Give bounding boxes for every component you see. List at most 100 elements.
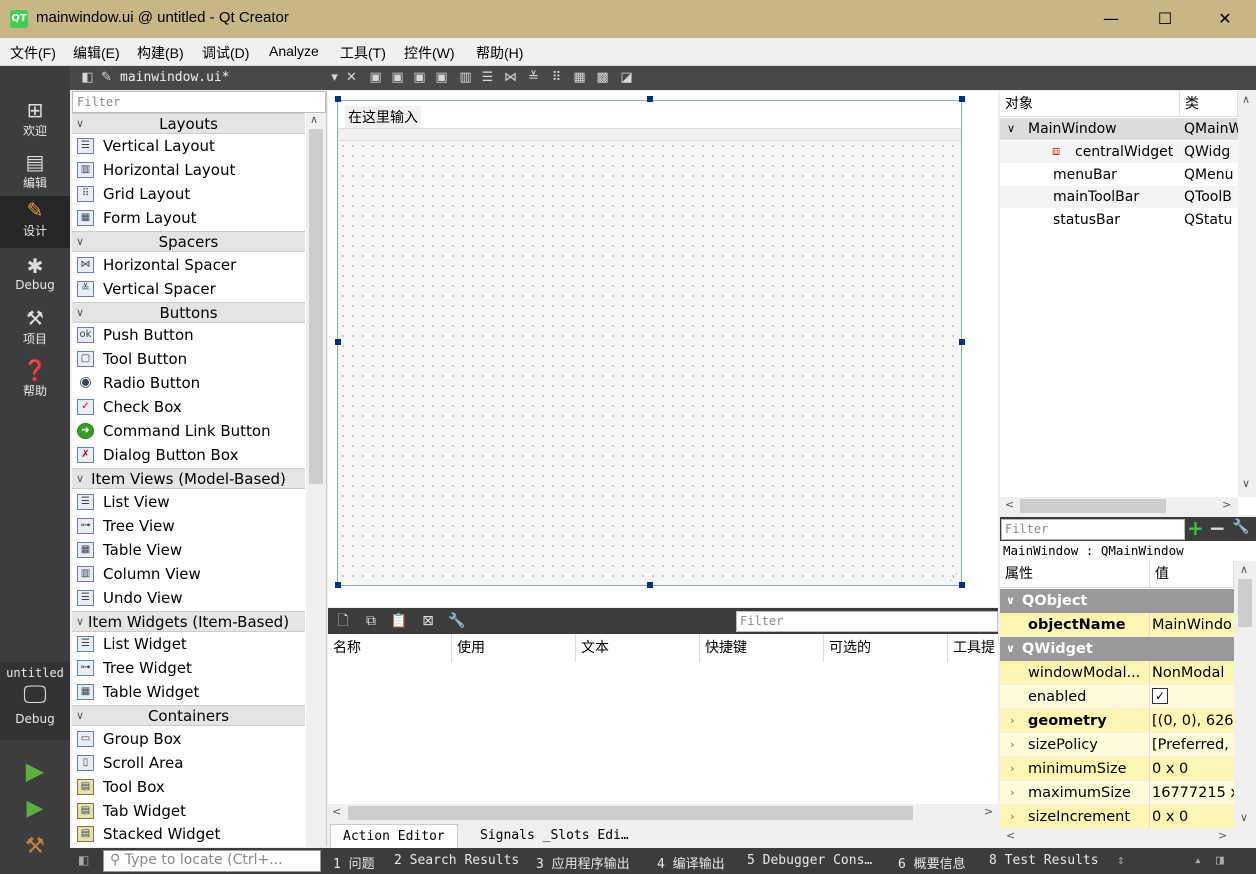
widget-filter-input[interactable]: Filter	[72, 91, 326, 113]
build-button[interactable]: ⚒	[0, 832, 70, 862]
chevron-right-icon[interactable]: ›	[1010, 709, 1014, 732]
property-value[interactable]: NonModal	[1152, 661, 1234, 684]
property-windowmodality[interactable]: windowModal... NonModal	[1000, 661, 1234, 685]
tree-row-centralwidget[interactable]: ⧈ centralWidget QWidg	[1000, 141, 1238, 163]
widget-stacked-widget[interactable]: ▤ Stacked Widget	[72, 822, 305, 846]
scroll-left-icon[interactable]: <	[332, 805, 341, 818]
widget-table-widget[interactable]: ▦ Table Widget	[72, 680, 305, 704]
widget-list-widget[interactable]: ☰ List Widget	[72, 632, 305, 656]
mode-edit[interactable]: ▤ 编辑	[0, 148, 70, 200]
selection-handle[interactable]	[335, 339, 341, 345]
widget-tool-button[interactable]: ▢ Tool Button	[72, 347, 305, 371]
tab-signals-slots-editor[interactable]: Signals _Slots Edi…	[468, 824, 641, 848]
menu-file[interactable]: 文件(F)	[10, 43, 56, 63]
property-objectname[interactable]: objectName MainWindo	[1000, 613, 1234, 637]
pane-search-results[interactable]: 2 Search Results	[394, 853, 519, 868]
tree-row-maintoolbar[interactable]: mainToolBar QToolB	[1000, 186, 1238, 208]
action-table-hscroll[interactable]: < >	[328, 804, 998, 822]
widget-table-view[interactable]: ▦ Table View	[72, 538, 305, 562]
column-header-name[interactable]: 名称	[328, 634, 452, 662]
widget-grid-layout[interactable]: ⠿ Grid Layout	[72, 182, 305, 206]
form-toolbar[interactable]	[338, 129, 961, 141]
form-menu-bar[interactable]: 在这里输入	[338, 101, 961, 129]
column-header-property[interactable]: 属性	[1000, 561, 1150, 588]
chevron-right-icon[interactable]: ›	[1010, 781, 1014, 804]
selection-handle[interactable]	[647, 96, 653, 102]
delete-action-icon[interactable]: ⊠	[419, 612, 437, 630]
widget-box-scrollbar[interactable]: ∧ ∨	[306, 113, 326, 862]
maximize-pane-icon[interactable]: ▴	[1194, 853, 1202, 868]
property-value[interactable]: 16777215 x	[1152, 781, 1234, 804]
property-table-vscroll[interactable]: ∧ ∨	[1234, 561, 1256, 828]
edit-tab-order-icon[interactable]: ▣	[434, 70, 449, 85]
scrollbar-thumb[interactable]	[1238, 579, 1252, 627]
mode-help[interactable]: ❓ 帮助	[0, 356, 70, 408]
minimize-button[interactable]: —	[1088, 6, 1134, 32]
widget-horizontal-layout[interactable]: ▥ Horizontal Layout	[72, 158, 305, 182]
menu-widgets[interactable]: 控件(W)	[404, 43, 455, 63]
property-maximumsize[interactable]: › maximumSize 16777215 x	[1000, 781, 1234, 805]
action-filter-input[interactable]: Filter	[736, 611, 998, 632]
scrollbar-thumb[interactable]	[1020, 499, 1166, 513]
widget-check-box[interactable]: ✓ Check Box	[72, 395, 305, 419]
property-table-hscroll[interactable]: < >	[1000, 828, 1256, 846]
widget-tree-widget[interactable]: ⊶ Tree Widget	[72, 656, 305, 680]
scroll-left-icon[interactable]: <	[1005, 498, 1014, 511]
object-inspector-hscroll[interactable]: < >	[1000, 497, 1238, 515]
pane-issues[interactable]: 1 问题	[333, 853, 375, 872]
mode-design[interactable]: ✎ 设计	[0, 196, 70, 248]
property-sizeincrement[interactable]: › sizeIncrement 0 x 0	[1000, 805, 1234, 829]
chevron-right-icon[interactable]: ›	[1010, 805, 1014, 828]
edit-buddies-icon[interactable]: ▣	[412, 70, 427, 85]
column-header-checkable[interactable]: 可选的	[824, 634, 948, 662]
scrollbar-thumb[interactable]	[309, 129, 323, 484]
menu-debug[interactable]: 调试(D)	[202, 43, 249, 63]
configure-icon[interactable]: 🔧	[448, 612, 466, 630]
property-value[interactable]: [Preferred,	[1152, 733, 1234, 756]
scroll-up-icon[interactable]: ∧	[310, 113, 318, 126]
widget-form-layout[interactable]: ▦ Form Layout	[72, 206, 305, 230]
layout-v-splitter-icon[interactable]: ≚	[526, 70, 541, 85]
toggle-right-sidebar-icon[interactable]: ◨	[1216, 853, 1224, 868]
pane-application-output[interactable]: 3 应用程序输出	[536, 853, 630, 872]
adjust-size-icon[interactable]: ◪	[619, 70, 634, 85]
column-header-used[interactable]: 使用	[452, 634, 576, 662]
scroll-down-icon[interactable]: ∨	[1240, 811, 1248, 824]
break-layout-icon[interactable]: ▩	[595, 70, 610, 85]
layout-h-splitter-icon[interactable]: ⋈	[503, 70, 518, 85]
menu-build[interactable]: 构建(B)	[137, 43, 184, 63]
widget-tab-widget[interactable]: ▤ Tab Widget	[72, 799, 305, 823]
edit-signals-icon[interactable]: ▣	[390, 70, 405, 85]
tree-row-menubar[interactable]: menuBar QMenu	[1000, 164, 1238, 186]
layout-horizontal-icon[interactable]: ▥	[458, 70, 473, 85]
toggle-sidebar-icon[interactable]: ◧	[78, 853, 89, 867]
widget-group-box[interactable]: ▭ Group Box	[72, 727, 305, 751]
section-qwidget[interactable]: ∨ QWidget	[1000, 637, 1234, 661]
property-geometry[interactable]: › geometry [(0, 0), 626 ×	[1000, 709, 1234, 733]
chevron-down-icon[interactable]: ∨	[1007, 118, 1015, 140]
column-header-text[interactable]: 文本	[576, 634, 700, 662]
property-value[interactable]: MainWindo	[1152, 613, 1234, 636]
property-value[interactable]: [(0, 0), 626 ×	[1152, 709, 1234, 732]
pane-compile-output[interactable]: 4 编译输出	[657, 853, 725, 872]
column-header-shortcut[interactable]: 快捷键	[700, 634, 824, 662]
maximize-button[interactable]: ☐	[1142, 6, 1188, 32]
paste-action-icon[interactable]: 📋	[390, 612, 408, 630]
pane-debugger-console[interactable]: 5 Debugger Cons…	[747, 853, 872, 868]
widget-scroll-area[interactable]: ▯ Scroll Area	[72, 751, 305, 775]
section-qobject[interactable]: ∨ QObject	[1000, 589, 1234, 613]
mode-projects[interactable]: ⚒ 项目	[0, 304, 70, 356]
pane-general-messages[interactable]: 6 概要信息	[898, 853, 966, 872]
copy-action-icon[interactable]: ⧉	[362, 612, 380, 630]
category-item-views[interactable]: ∨ Item Views (Model-Based)	[72, 468, 305, 489]
layout-grid-icon[interactable]: ⠿	[549, 70, 564, 85]
widget-list-view[interactable]: ☰ List View	[72, 490, 305, 514]
category-spacers[interactable]: ∨ Spacers	[72, 231, 305, 252]
property-filter-input[interactable]: Filter	[1001, 519, 1185, 540]
selection-handle[interactable]	[647, 582, 653, 588]
edit-widgets-icon[interactable]: ▣	[368, 70, 383, 85]
add-property-icon[interactable]: +	[1187, 517, 1204, 539]
close-button[interactable]: ✕	[1202, 6, 1248, 32]
layout-vertical-icon[interactable]: ☰	[480, 70, 495, 85]
menu-tools[interactable]: 工具(T)	[340, 43, 386, 63]
